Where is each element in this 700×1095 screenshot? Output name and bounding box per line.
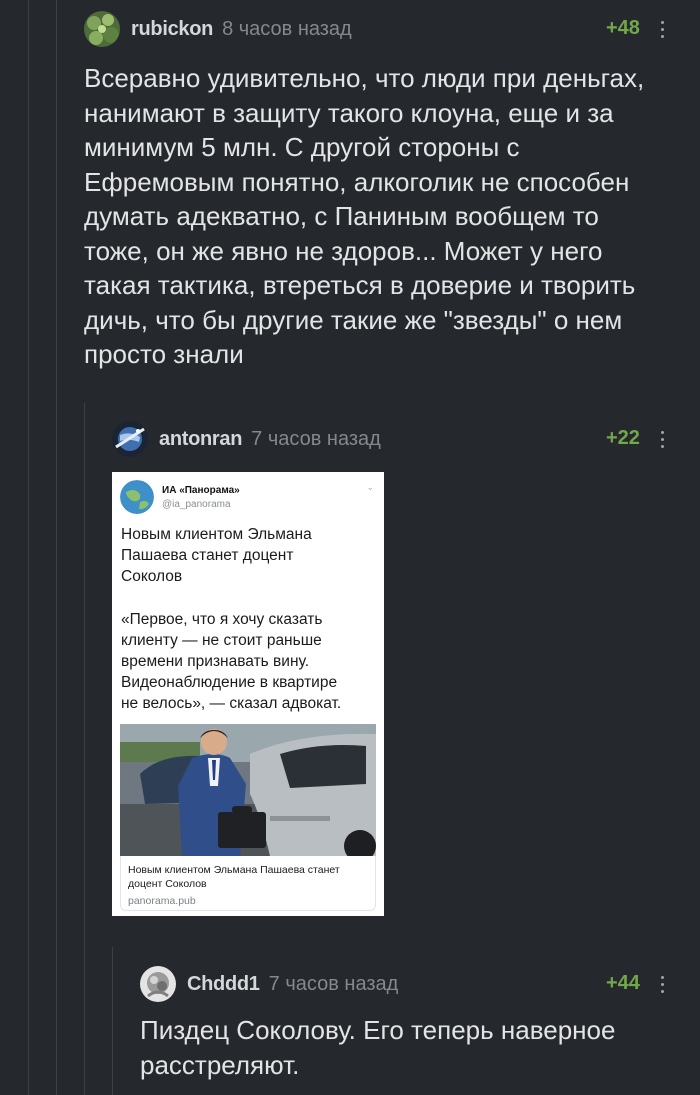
comment-header: rubickon 8 часов назад [84,11,352,47]
timestamp: 8 часов назад [222,17,352,40]
kebab-menu-icon[interactable] [660,976,666,997]
comment-line: нанимают в защиту такого клоуна, еще и з… [84,97,614,128]
thread-line-1 [28,0,29,1095]
tweet-author-handle: @ia_panorama [162,498,231,510]
tweet-line: Соколов [121,568,183,585]
gray-avatar[interactable] [140,966,176,1002]
tweet-line: Видеонаблюдение в квартире [121,674,338,691]
tweet-line: Пашаева станет доцент [121,547,294,564]
timestamp: 7 часов назад [268,972,399,995]
tweet-avatar [120,480,154,514]
tweet-header: ИА «Панорама» @ia_panorama [120,480,240,514]
thread-line-2 [56,0,57,1095]
link-title-line: доцент Соколов [128,878,207,890]
link-domain: panorama.pub [128,895,196,907]
tweet-link-card[interactable]: Новым клиентом Эльмана Пашаева станет до… [120,856,376,911]
comment-line: такая тактика, втереться в доверие и тво… [84,270,636,300]
rating: +48 [606,17,640,39]
comment-header: antonran 7 часов назад [112,421,381,457]
comment-text: Пиздец Соколову. Его теперь наверное рас… [140,1013,685,1082]
username[interactable]: antonran [159,428,242,451]
tweet-text: Новым клиентом Эльмана Пашаева станет до… [121,524,377,736]
username[interactable]: rubickon [131,18,213,41]
tweet-photo [120,724,376,856]
tweet-line: времени признавать вину. [121,653,310,670]
timestamp: 7 часов назад [251,427,381,450]
comment-line: Пиздец Соколову. Его теперь наверное [140,1015,616,1045]
tweet-line: «Первое, что я хочу сказать [121,611,323,628]
tweet-line: не велось», — сказал адвокат. [121,695,342,712]
kebab-menu-icon[interactable] [660,431,666,452]
link-title-line: Новым клиентом Эльмана Пашаева станет [128,864,340,876]
username[interactable]: Chddd1 [187,973,260,996]
rating: +22 [606,427,640,449]
tweet-line: Новым клиентом Эльмана [121,526,312,543]
moss-avatar[interactable] [84,11,120,47]
comment-line: Всеравно удивительно, что люди при деньг… [84,63,645,93]
chevron-down-icon: ⌄ [366,482,374,492]
thread-line-4 [112,947,113,1095]
tweet-line: клиенту — не стоит раньше [121,632,322,649]
comment-line: дичь, что бы другие такие же "звезды" о … [84,304,623,335]
comment-text: Всеравно удивительно, что люди при деньг… [84,61,684,372]
comment-line: Ефремовым понятно, алкоголик не способен [84,166,630,197]
tweet-author-name: ИА «Панорама» [162,484,240,496]
comment-line: минимум 5 млн. С другой стороны с [84,132,520,162]
link-title: Новым клиентом Эльмана Пашаева станет до… [128,863,368,891]
rating: +44 [606,972,640,994]
comment-line: думать адекватно, с Паниным вообщем то [84,201,599,231]
comment-line: расстреляют. [140,1049,300,1080]
embedded-tweet-image[interactable]: ИА «Панорама» @ia_panorama ⌄ Новым клиен… [112,472,384,916]
comment-line: просто знали [84,339,244,369]
comment-header: Chddd1 7 часов назад [140,966,398,1002]
thread-line-3 [84,403,85,1095]
planet-avatar[interactable] [112,421,148,457]
kebab-menu-icon[interactable] [660,21,666,42]
comment-line: тоже, он же явно не здоров... Может у не… [84,235,603,266]
